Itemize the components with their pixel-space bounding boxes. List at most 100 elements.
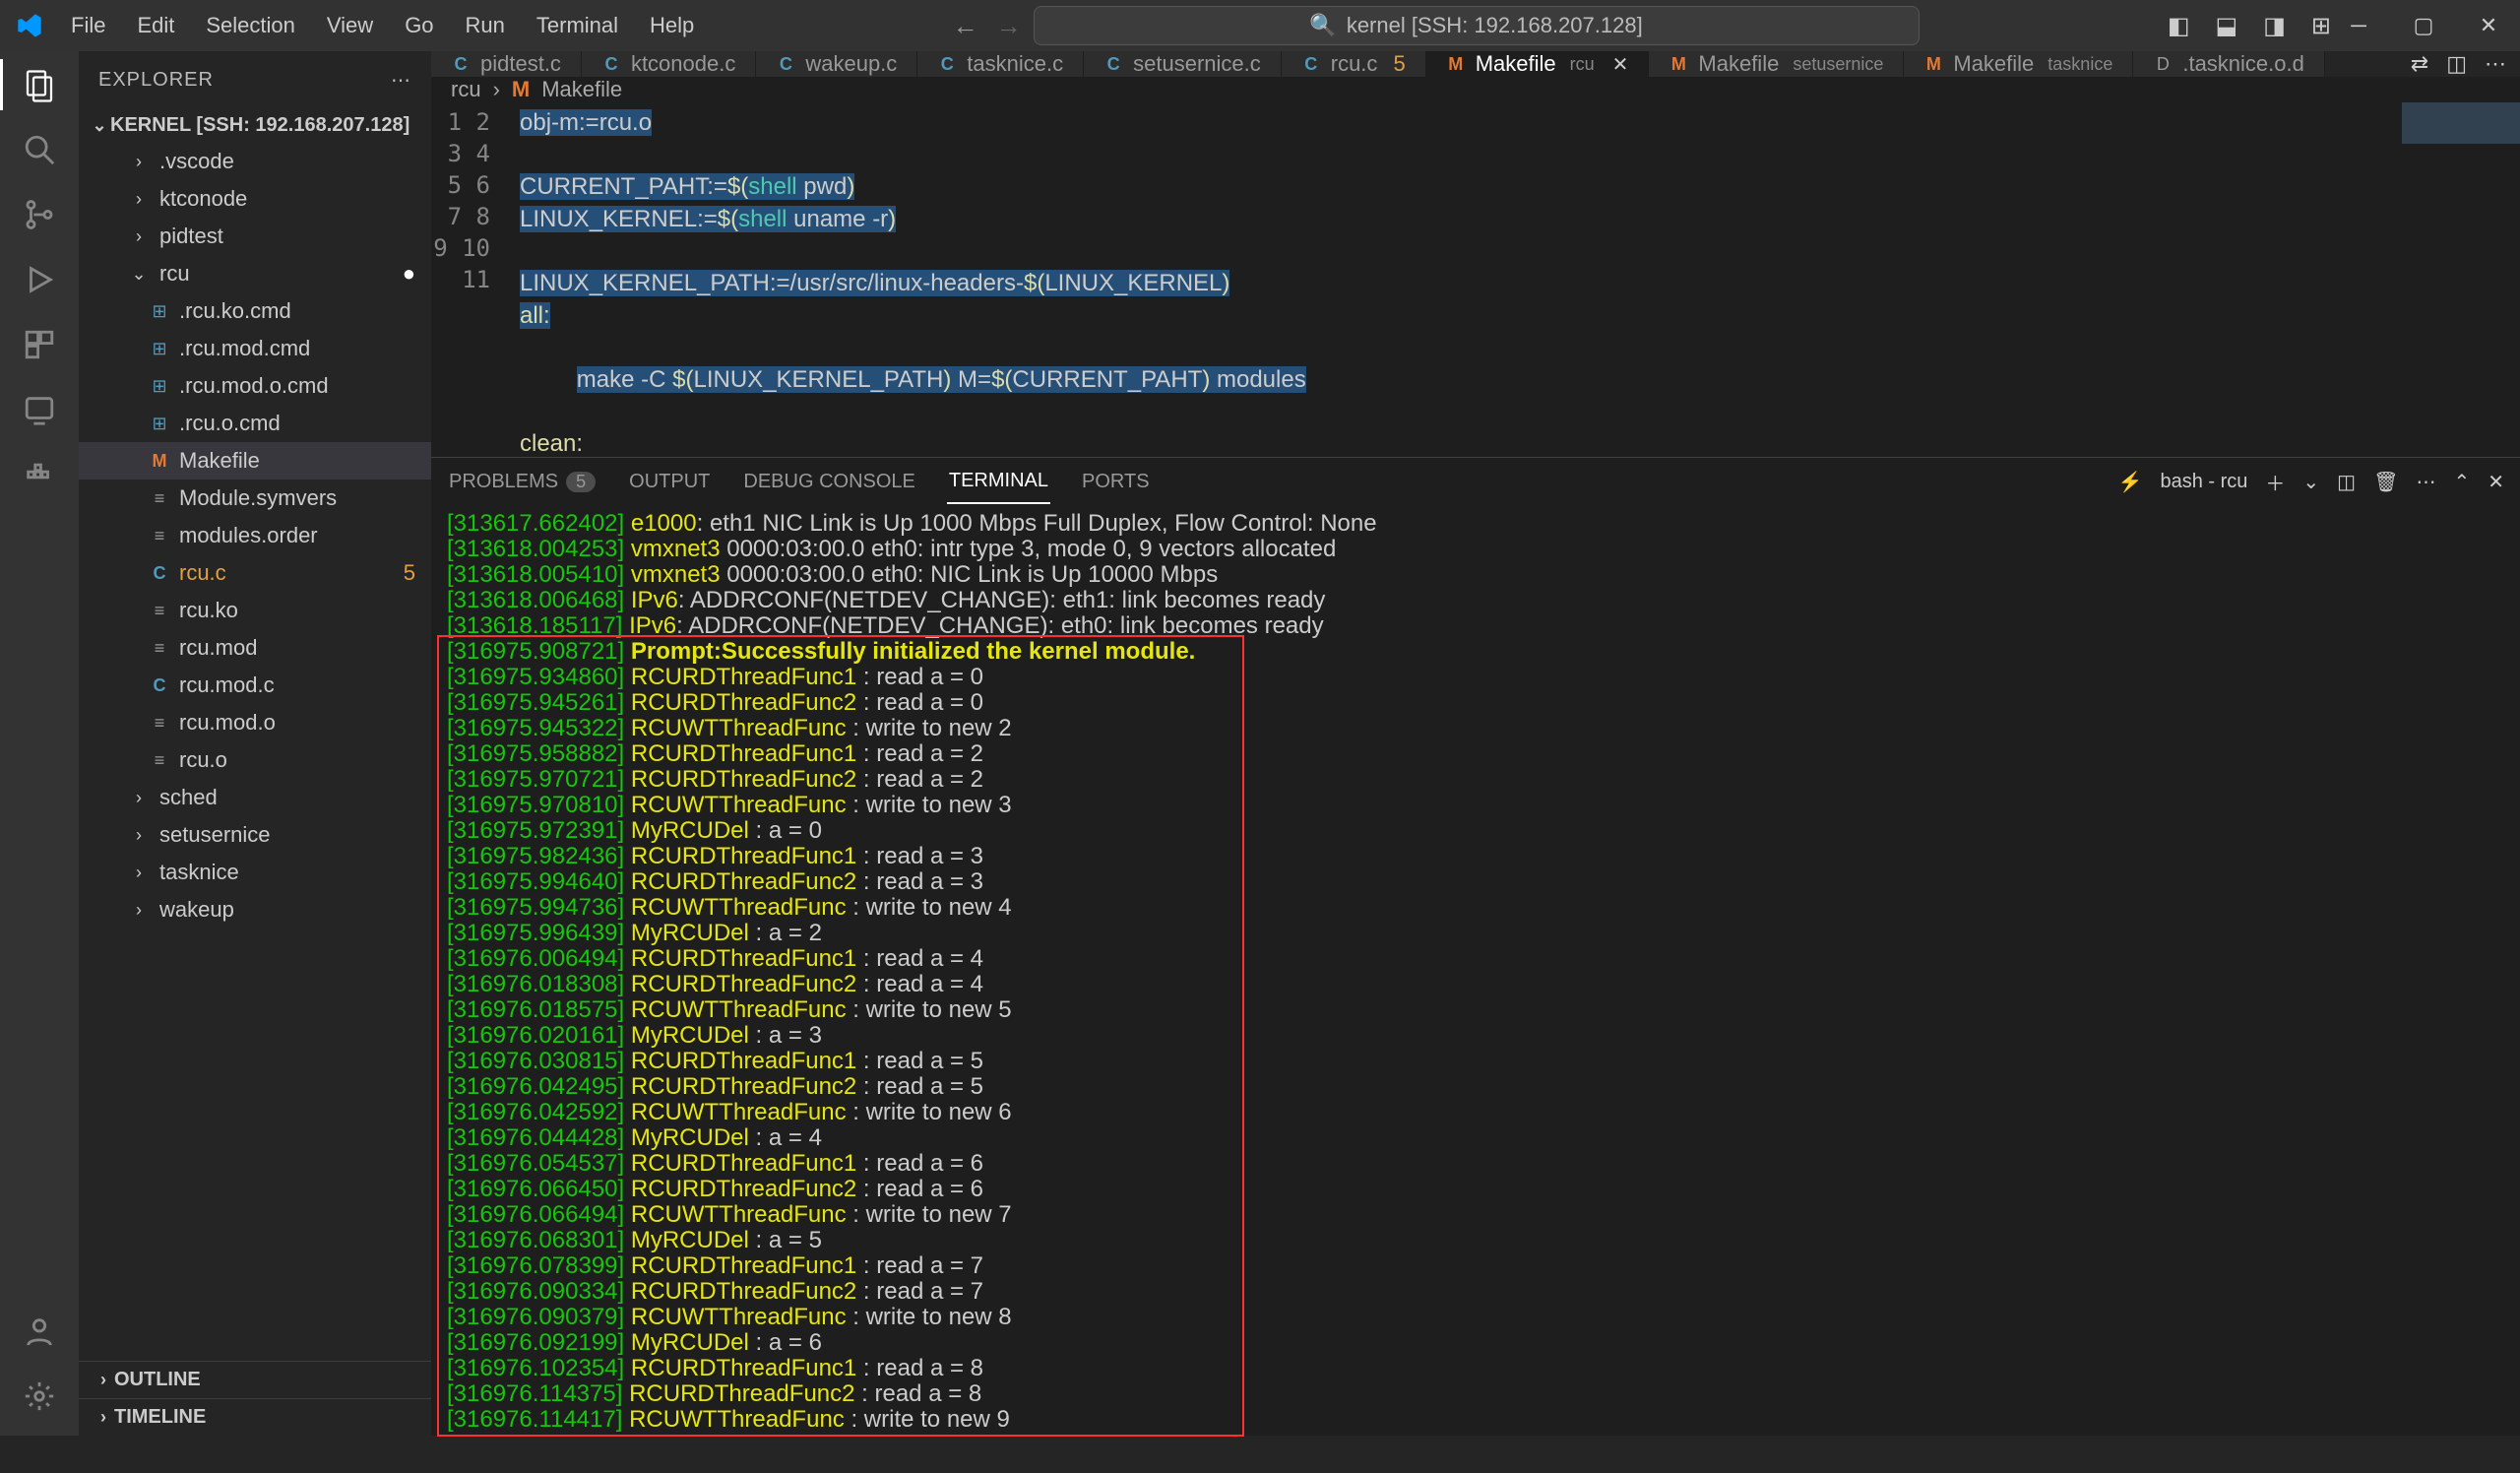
compare-icon[interactable]: ⇄ — [2411, 51, 2428, 77]
folder-sched[interactable]: ›sched — [79, 779, 431, 816]
settings-gear-icon[interactable] — [18, 1375, 61, 1418]
nav-back-icon[interactable]: ← — [953, 11, 978, 41]
folder-setusernice[interactable]: ›setusernice — [79, 816, 431, 854]
minimap-viewport[interactable] — [2402, 102, 2520, 144]
terminal-name[interactable]: bash - rcu — [2160, 471, 2247, 493]
tab-setusernice.c[interactable]: Csetusernice.c — [1084, 51, 1282, 77]
breadcrumb-part[interactable]: Makefile — [541, 77, 622, 102]
menu-terminal[interactable]: Terminal — [523, 7, 632, 44]
file-rcu.mod.c[interactable]: Crcu.mod.c — [79, 667, 431, 704]
more-icon[interactable]: ⋯ — [2416, 470, 2435, 494]
file-.rcu.mod.cmd[interactable]: ⊞.rcu.mod.cmd — [79, 330, 431, 367]
file-rcu.mod.o[interactable]: ≡rcu.mod.o — [79, 704, 431, 741]
terminal-dropdown-icon[interactable]: ⌄ — [2302, 470, 2319, 494]
menu-run[interactable]: Run — [452, 7, 519, 44]
menu-selection[interactable]: Selection — [192, 7, 309, 44]
folder-pidtest[interactable]: ›pidtest — [79, 218, 431, 255]
close-icon[interactable]: ✕ — [1612, 52, 1629, 77]
file-rcu.c[interactable]: Crcu.c5 — [79, 554, 431, 592]
file-rcu.mod[interactable]: ≡rcu.mod — [79, 629, 431, 667]
tab-Makefile-rcu[interactable]: MMakefilercu✕ — [1426, 51, 1650, 77]
menu-file[interactable]: File — [57, 7, 119, 44]
file-Module.symvers[interactable]: ≡Module.symvers — [79, 480, 431, 517]
split-terminal-icon[interactable]: ◫ — [2337, 470, 2356, 494]
panel-tab-output[interactable]: OUTPUT — [627, 461, 712, 503]
file-.rcu.o.cmd[interactable]: ⊞.rcu.o.cmd — [79, 405, 431, 442]
folder-tasknice[interactable]: ›tasknice — [79, 854, 431, 891]
file-Makefile[interactable]: MMakefile — [79, 442, 431, 480]
panel-tab-ports[interactable]: PORTS — [1080, 461, 1152, 503]
code-content[interactable]: obj-m:=rcu.o CURRENT_PAHT:=$(shell pwd) … — [520, 102, 1306, 457]
tab-tasknice.c[interactable]: Ctasknice.c — [917, 51, 1084, 77]
remote-explorer-icon[interactable] — [18, 388, 61, 431]
folder-ktconode[interactable]: ›ktconode — [79, 180, 431, 218]
folder-rcu[interactable]: ⌄rcu — [79, 255, 431, 292]
explorer-sidebar: EXPLORER ⋯ ⌄ KERNEL [SSH: 192.168.207.12… — [79, 51, 431, 1436]
window-close[interactable]: ✕ — [2465, 2, 2512, 49]
file-rcu.ko[interactable]: ≡rcu.ko — [79, 592, 431, 629]
breadcrumb[interactable]: rcu › M Makefile — [431, 77, 2520, 102]
tree-item-label: rcu.mod.c — [179, 672, 275, 698]
file-rcu.o[interactable]: ≡rcu.o — [79, 741, 431, 779]
menu-help[interactable]: Help — [636, 7, 708, 44]
tab-Makefile-setusernice[interactable]: MMakefilesetusernice — [1649, 51, 1904, 77]
panel-bottom-icon[interactable]: ⬓ — [2212, 12, 2242, 40]
tab-Makefile-tasknice[interactable]: MMakefiletasknice — [1904, 51, 2133, 77]
menu-view[interactable]: View — [313, 7, 387, 44]
terminal-line: [316975.994736] RCUWTThreadFunc : write … — [447, 895, 2504, 921]
accounts-icon[interactable] — [18, 1310, 61, 1353]
file-.rcu.ko.cmd[interactable]: ⊞.rcu.ko.cmd — [79, 292, 431, 330]
folder-.vscode[interactable]: ›.vscode — [79, 143, 431, 180]
customize-layout-icon[interactable]: ⊞ — [2307, 12, 2335, 40]
outline-section[interactable]: › OUTLINE — [79, 1361, 431, 1398]
new-terminal-icon[interactable]: ＋ — [2265, 468, 2285, 496]
status-bar[interactable] — [0, 1436, 2520, 1473]
tab-wakeup.c[interactable]: Cwakeup.c — [756, 51, 917, 77]
file-.rcu.mod.o.cmd[interactable]: ⊞.rcu.mod.o.cmd — [79, 367, 431, 405]
panel-tab-problems[interactable]: PROBLEMS5 — [447, 461, 598, 503]
terminal-line: [313617.662402] e1000: eth1 NIC Link is … — [447, 511, 2504, 537]
tab-label: rcu.c — [1331, 51, 1378, 77]
command-center-text: kernel [SSH: 192.168.207.128] — [1347, 13, 1643, 38]
explorer-more-icon[interactable]: ⋯ — [391, 68, 411, 93]
menu-go[interactable]: Go — [391, 7, 447, 44]
code-editor[interactable]: 1 2 3 4 5 6 7 8 9 10 11 obj-m:=rcu.o CUR… — [431, 102, 2520, 457]
more-actions-icon[interactable]: ⋯ — [2485, 51, 2506, 77]
source-control-icon[interactable] — [18, 193, 61, 236]
terminal-profile-icon[interactable]: ⚡ — [2118, 470, 2143, 494]
chevron-right-icon: › — [93, 1407, 114, 1428]
tab-sublabel: setusernice — [1793, 54, 1883, 75]
panel-right-icon[interactable]: ◨ — [2259, 12, 2290, 40]
search-icon[interactable] — [18, 128, 61, 171]
explorer-icon[interactable] — [18, 63, 61, 106]
terminal-line: [316975.970721] RCURDThreadFunc2 : read … — [447, 767, 2504, 793]
file-modules.order[interactable]: ≡modules.order — [79, 517, 431, 554]
folder-wakeup[interactable]: ›wakeup — [79, 891, 431, 929]
menu-edit[interactable]: Edit — [123, 7, 188, 44]
explorer-root[interactable]: ⌄ KERNEL [SSH: 192.168.207.128] — [79, 108, 431, 143]
terminal-content[interactable]: [313617.662402] e1000: eth1 NIC Link is … — [431, 505, 2520, 1439]
tab-rcu.c[interactable]: Crcu.c5 — [1282, 51, 1426, 77]
panel-tab-terminal[interactable]: TERMINAL — [947, 460, 1050, 504]
kill-terminal-icon[interactable]: 🗑 — [2373, 470, 2398, 494]
split-editor-icon[interactable]: ◫ — [2446, 51, 2467, 77]
window-minimize[interactable]: ─ — [2335, 2, 2382, 49]
window-maximize[interactable]: ▢ — [2400, 2, 2447, 49]
breadcrumb-part[interactable]: rcu — [451, 77, 481, 102]
panel-left-icon[interactable]: ◧ — [2164, 12, 2194, 40]
tab-pidtest.c[interactable]: Cpidtest.c — [431, 51, 582, 77]
file-icon: D — [2153, 54, 2173, 74]
timeline-section[interactable]: › TIMELINE — [79, 1398, 431, 1436]
run-debug-icon[interactable] — [18, 258, 61, 301]
close-panel-icon[interactable]: ✕ — [2488, 470, 2504, 494]
minimap[interactable] — [2402, 102, 2520, 457]
docker-icon[interactable] — [18, 453, 61, 496]
tab-ktconode.c[interactable]: Cktconode.c — [582, 51, 756, 77]
nav-forward-icon[interactable]: → — [996, 11, 1022, 41]
maximize-panel-icon[interactable]: ⌃ — [2453, 470, 2470, 494]
extensions-icon[interactable] — [18, 323, 61, 366]
tab-.tasknice.o.d[interactable]: D.tasknice.o.d — [2133, 51, 2325, 77]
file-icon: C — [937, 54, 957, 74]
command-center[interactable]: 🔍 kernel [SSH: 192.168.207.128] — [1034, 6, 1920, 45]
panel-tab-debug-console[interactable]: DEBUG CONSOLE — [741, 461, 916, 503]
